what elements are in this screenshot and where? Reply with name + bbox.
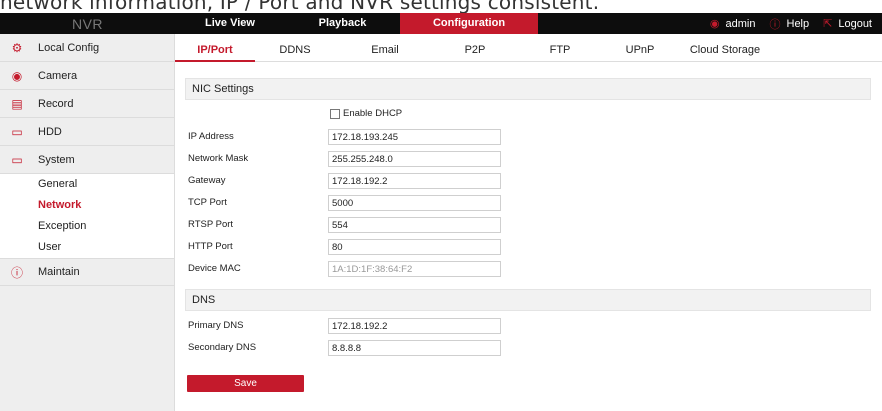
subtab-upnp[interactable]: UPnP xyxy=(600,41,680,62)
subtab-p2p[interactable]: P2P xyxy=(435,41,515,62)
subtab-email[interactable]: Email xyxy=(345,41,425,62)
sidebar-item-label: Camera xyxy=(38,69,78,82)
sidebar-item-label: Record xyxy=(38,97,74,110)
gear-icon: ⚙ xyxy=(11,40,23,55)
hdd-icon: ▭ xyxy=(11,124,23,139)
top-nav-bar: NVR Live View Playback Configuration ◉ a… xyxy=(0,13,882,34)
sidebar: ⚙ Local Config ◉ Camera ▤ Record ▭ HDD ▭… xyxy=(0,34,175,411)
device-mac-input xyxy=(328,261,501,277)
gateway-input[interactable] xyxy=(328,173,501,189)
user-menu[interactable]: ◉ admin xyxy=(709,17,756,31)
dhcp-label: Enable DHCP xyxy=(343,108,403,119)
info-icon: ⓘ xyxy=(10,265,23,280)
network-mask-label: Network Mask xyxy=(188,153,249,164)
sidebar-item-system[interactable]: ▭ System xyxy=(0,146,174,174)
rtsp-port-input[interactable] xyxy=(328,217,501,233)
help-label: Help xyxy=(786,17,810,30)
ip-address-label: IP Address xyxy=(188,131,234,142)
system-submenu: General Network Exception User xyxy=(0,174,174,258)
sidebar-item-label: HDD xyxy=(38,125,62,138)
primary-dns-input[interactable] xyxy=(328,318,501,334)
user-icon: ◉ xyxy=(709,18,720,30)
subtab-ftp[interactable]: FTP xyxy=(520,41,600,62)
sidebar-item-maintain[interactable]: ⓘ Maintain xyxy=(0,258,174,286)
sidebar-subitem-user[interactable]: User xyxy=(0,237,174,258)
http-port-label: HTTP Port xyxy=(188,241,233,252)
tab-configuration[interactable]: Configuration xyxy=(400,13,538,34)
logout-icon: ⇱ xyxy=(823,18,833,30)
rtsp-port-label: RTSP Port xyxy=(188,219,234,230)
help-icon: ⓘ xyxy=(769,18,781,31)
network-mask-input[interactable] xyxy=(328,151,501,167)
camera-icon: ◉ xyxy=(11,68,23,83)
subtab-ddns[interactable]: DDNS xyxy=(255,41,335,62)
sidebar-subitem-network[interactable]: Network xyxy=(0,195,174,216)
sidebar-item-label: Maintain xyxy=(38,266,80,278)
secondary-dns-label: Secondary DNS xyxy=(188,342,257,353)
tab-live-view[interactable]: Live View xyxy=(175,13,285,34)
save-button[interactable]: Save xyxy=(187,375,304,392)
ip-address-input[interactable] xyxy=(328,129,501,145)
tcp-port-input[interactable] xyxy=(328,195,501,211)
sidebar-subitem-general[interactable]: General xyxy=(0,174,174,195)
monitor-icon: ▭ xyxy=(11,152,23,167)
primary-dns-label: Primary DNS xyxy=(188,320,244,331)
sidebar-item-hdd[interactable]: ▭ HDD xyxy=(0,118,174,146)
network-subtabs: IP/Port DDNS Email P2P FTP UPnP Cloud St… xyxy=(175,41,882,62)
dhcp-checkbox[interactable] xyxy=(330,108,340,119)
http-port-input[interactable] xyxy=(328,239,501,255)
logout-label: Logout xyxy=(838,17,872,30)
secondary-dns-input[interactable] xyxy=(328,340,501,356)
tab-playback[interactable]: Playback xyxy=(285,13,400,34)
dns-header: DNS xyxy=(185,289,871,311)
subtab-cloud-storage[interactable]: Cloud Storage xyxy=(675,41,775,62)
caption-text: network information, IP / Port and NVR s… xyxy=(0,0,600,14)
tcp-port-label: TCP Port xyxy=(188,197,227,208)
nvr-logo: NVR xyxy=(71,15,104,32)
username: admin xyxy=(725,17,756,30)
subtab-ip-port[interactable]: IP/Port xyxy=(175,41,255,62)
logout-link[interactable]: ⇱ Logout xyxy=(823,17,872,31)
record-icon: ▤ xyxy=(11,96,23,111)
sidebar-item-label: System xyxy=(38,153,75,166)
sidebar-item-record[interactable]: ▤ Record xyxy=(0,90,174,118)
gateway-label: Gateway xyxy=(188,175,226,186)
sidebar-item-camera[interactable]: ◉ Camera xyxy=(0,62,174,90)
help-link[interactable]: ⓘ Help xyxy=(770,16,810,32)
sidebar-item-label: Local Config xyxy=(38,41,100,54)
enable-dhcp[interactable]: Enable DHCP xyxy=(330,108,402,119)
device-mac-label: Device MAC xyxy=(188,263,241,274)
sidebar-item-local-config[interactable]: ⚙ Local Config xyxy=(0,34,174,62)
sidebar-subitem-exception[interactable]: Exception xyxy=(0,216,174,237)
nic-settings-header: NIC Settings xyxy=(185,78,871,100)
